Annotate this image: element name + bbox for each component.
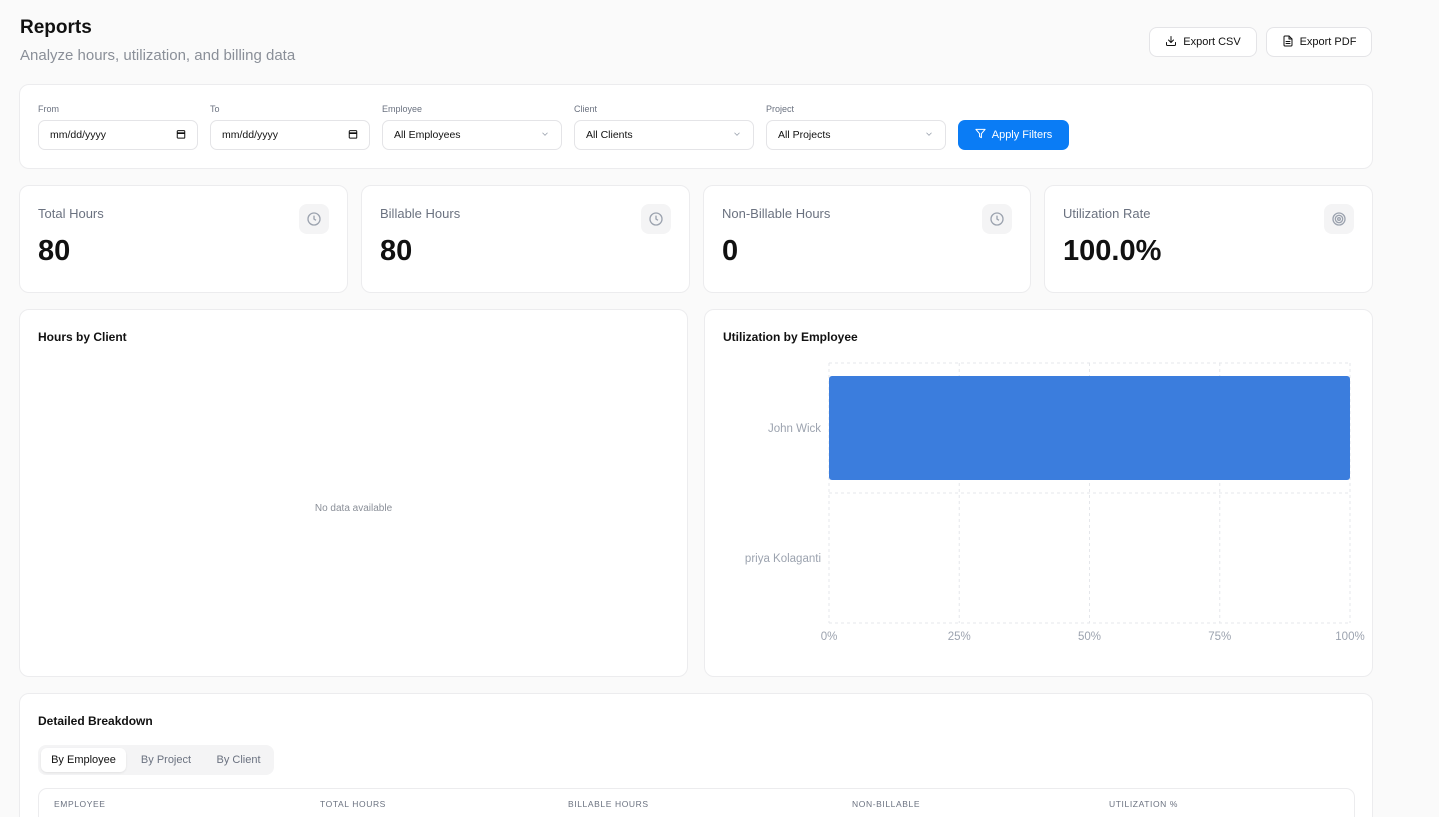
breakdown-table-header: EMPLOYEE TOTAL HOURS BILLABLE HOURS NON-…	[38, 788, 1355, 817]
to-date-input[interactable]: mm/dd/yyyy	[210, 120, 370, 150]
export-pdf-label: Export PDF	[1299, 36, 1357, 48]
project-select[interactable]: All Projects	[766, 120, 946, 150]
project-label: Project	[766, 104, 795, 114]
utilization-chart: John Wick priya Kolaganti 0% 25% 50% 75% 100%	[745, 362, 1365, 643]
stat-value: 100.0%	[1063, 235, 1162, 267]
x-tick-label: 0%	[821, 631, 838, 643]
page-title: Reports	[20, 17, 92, 38]
y-tick-label: priya Kolaganti	[745, 553, 821, 565]
column-employee[interactable]: EMPLOYEE	[54, 799, 106, 809]
no-data-message: No data available	[314, 503, 393, 514]
from-label: From	[38, 104, 59, 114]
bar-john-wick[interactable]	[829, 376, 1350, 480]
to-label: To	[210, 104, 220, 114]
employee-select-value: All Employees	[394, 129, 461, 141]
column-non-billable[interactable]: NON-BILLABLE	[852, 799, 920, 809]
clock-icon	[982, 204, 1012, 234]
stat-label: Total Hours	[38, 206, 104, 221]
column-total-hours[interactable]: TOTAL HOURS	[320, 799, 386, 809]
calendar-icon[interactable]	[348, 129, 358, 142]
employee-select[interactable]: All Employees	[382, 120, 562, 150]
chevron-down-icon	[924, 129, 934, 142]
column-billable-hours[interactable]: BILLABLE HOURS	[568, 799, 649, 809]
stat-label: Non-Billable Hours	[722, 206, 831, 221]
client-select-value: All Clients	[586, 129, 633, 141]
tab-by-employee[interactable]: By Employee	[41, 748, 126, 772]
utilization-by-employee-card: Utilization by Employee John Wick priya K…	[704, 309, 1373, 677]
download-icon	[1165, 35, 1177, 50]
apply-filters-label: Apply Filters	[991, 129, 1053, 141]
chevron-down-icon	[540, 129, 550, 142]
breakdown-tabs: By Employee By Project By Client	[38, 745, 274, 775]
detailed-breakdown-card: Detailed Breakdown By Employee By Projec…	[19, 693, 1373, 817]
tab-by-project[interactable]: By Project	[128, 748, 204, 772]
file-text-icon	[1282, 35, 1294, 50]
column-utilization[interactable]: UTILIZATION %	[1109, 799, 1178, 809]
reports-page: Reports Analyze hours, utilization, and …	[0, 0, 1439, 817]
stat-label: Utilization Rate	[1063, 206, 1151, 221]
x-tick-label: 75%	[1208, 631, 1231, 643]
project-select-value: All Projects	[778, 129, 831, 141]
client-label: Client	[574, 104, 598, 114]
breakdown-title: Detailed Breakdown	[38, 714, 153, 728]
stat-card-total-hours: Total Hours 80	[19, 185, 348, 293]
export-csv-label: Export CSV	[1183, 36, 1241, 48]
x-tick-label: 50%	[1078, 631, 1101, 643]
clock-icon	[641, 204, 671, 234]
client-select[interactable]: All Clients	[574, 120, 754, 150]
page-subtitle: Analyze hours, utilization, and billing …	[20, 47, 296, 64]
stat-value: 80	[380, 235, 413, 267]
hours-by-client-title: Hours by Client	[38, 330, 127, 344]
stat-label: Billable Hours	[380, 206, 461, 221]
tab-by-client[interactable]: By Client	[206, 748, 271, 772]
employee-label: Employee	[382, 104, 423, 114]
clock-icon	[299, 204, 329, 234]
apply-filters-button[interactable]: Apply Filters	[958, 120, 1069, 150]
x-tick-label: 25%	[948, 631, 971, 643]
x-tick-label: 100%	[1335, 631, 1364, 643]
target-icon	[1324, 204, 1354, 234]
filter-icon	[975, 128, 986, 142]
stat-value: 80	[38, 235, 71, 267]
stat-card-utilization-rate: Utilization Rate 100.0%	[1044, 185, 1373, 293]
chevron-down-icon	[732, 129, 742, 142]
from-date-value: mm/dd/yyyy	[50, 129, 107, 141]
stat-card-non-billable-hours: Non-Billable Hours 0	[703, 185, 1031, 293]
stat-value: 0	[722, 235, 739, 267]
to-date-value: mm/dd/yyyy	[222, 129, 279, 141]
from-date-input[interactable]: mm/dd/yyyy	[38, 120, 198, 150]
calendar-icon[interactable]	[176, 129, 186, 142]
y-tick-label: John Wick	[768, 423, 821, 435]
stat-card-billable-hours: Billable Hours 80	[361, 185, 690, 293]
hours-by-client-card: Hours by Client No data available	[19, 309, 688, 677]
export-pdf-button[interactable]: Export PDF	[1266, 27, 1372, 57]
export-csv-button[interactable]: Export CSV	[1149, 27, 1257, 57]
